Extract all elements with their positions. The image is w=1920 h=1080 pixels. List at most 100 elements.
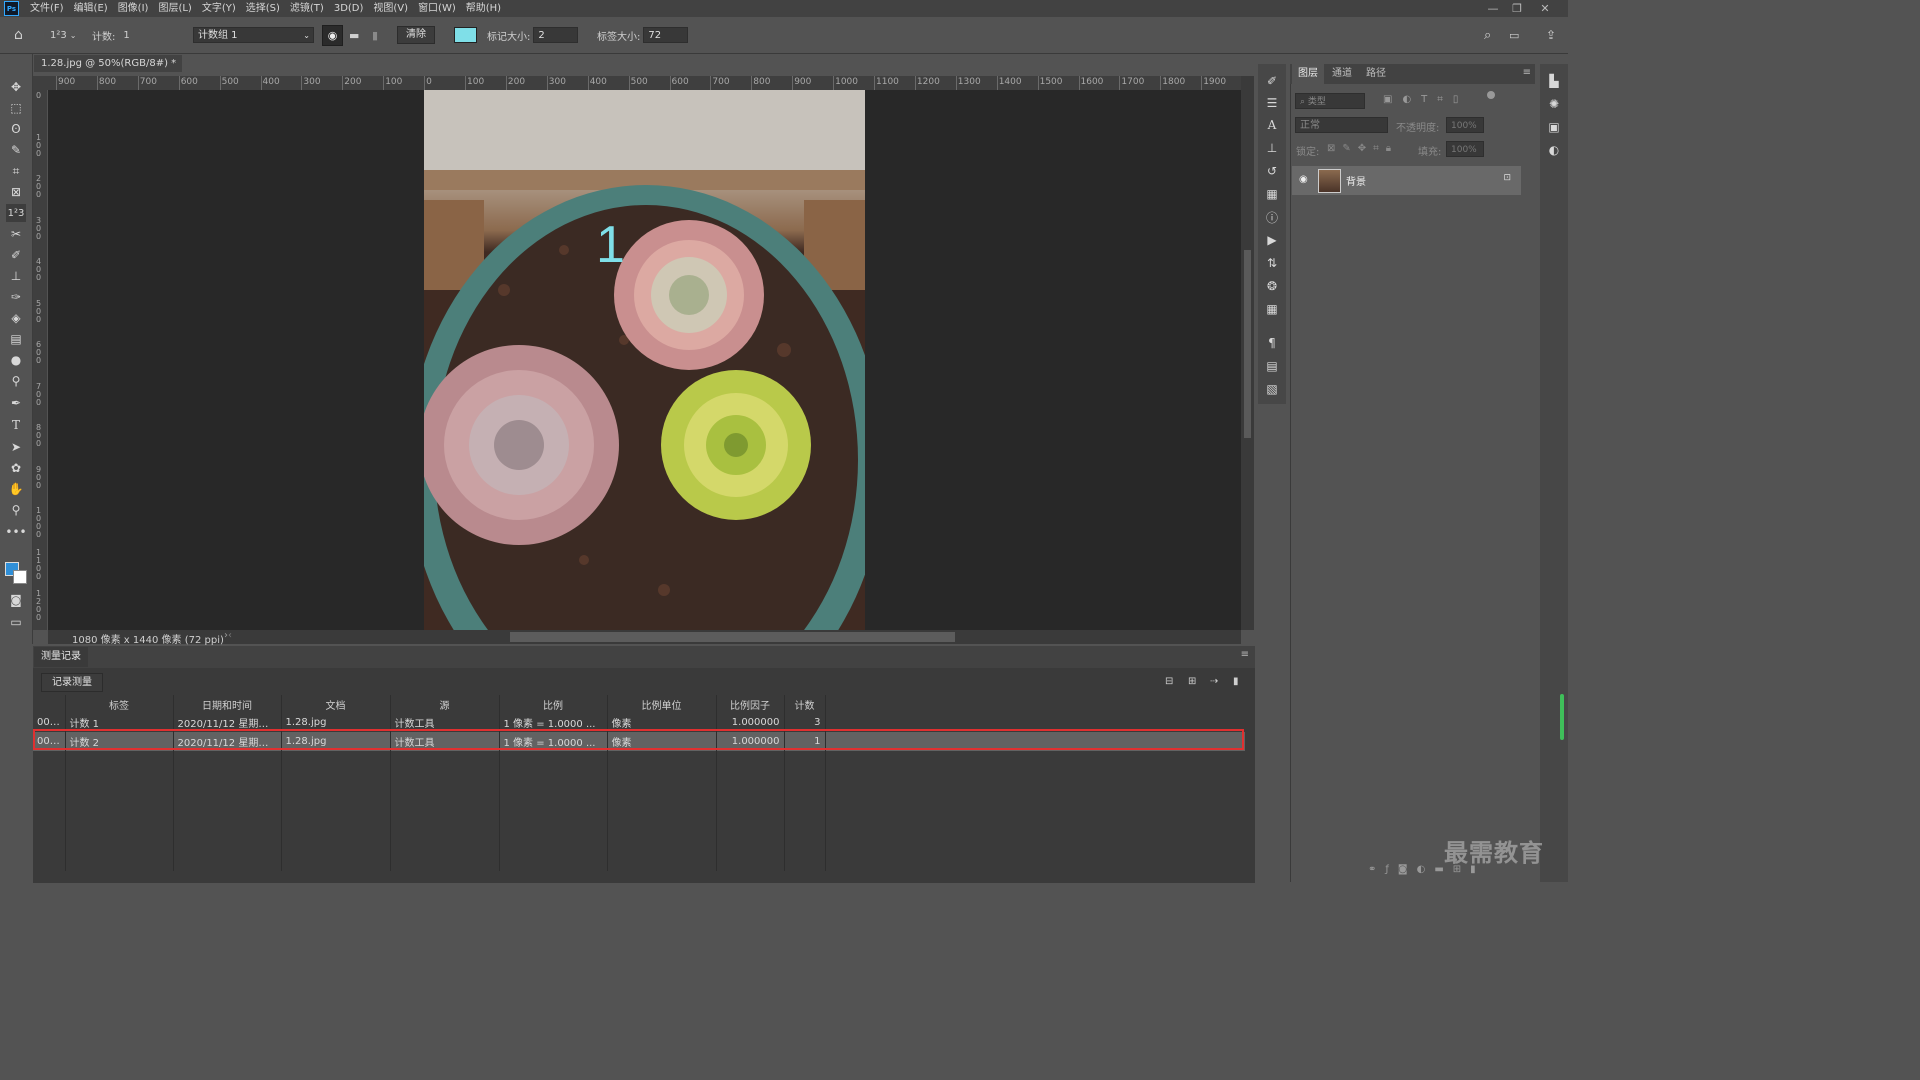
pen-tool-icon[interactable]: ✒ [6, 394, 26, 412]
record-measurement-button[interactable]: 记录测量 [41, 673, 103, 692]
eye-icon[interactable]: ◉ [322, 24, 343, 46]
col-id[interactable] [33, 695, 66, 713]
col-document[interactable]: 文档 [281, 695, 391, 713]
table-row[interactable]: 0001 计数 1 2020/11/12 星期四... 1.28.jpg 计数工… [33, 713, 1245, 732]
menu-edit[interactable]: 编辑(E) [69, 0, 113, 17]
horizontal-scroll-thumb[interactable] [510, 632, 955, 642]
character-icon[interactable]: A [1262, 116, 1282, 134]
succulent-photo[interactable]: 1 [424, 90, 865, 630]
col-scale[interactable]: 比例 [499, 695, 608, 713]
lock-icons[interactable]: ⊠✎✥⌗🔒︎ [1327, 143, 1398, 154]
swatches-icon[interactable]: ▦ [1262, 185, 1282, 203]
type-tool-icon[interactable]: T [6, 416, 26, 434]
col-datetime[interactable]: 日期和时间 [173, 695, 282, 713]
shape-tool-icon[interactable]: ✿ [6, 459, 26, 477]
count-tool-icon[interactable]: 1²3 [6, 204, 26, 222]
share-icon[interactable]: ⇪ [1546, 17, 1556, 53]
menu-file[interactable]: 文件(F) [25, 0, 69, 17]
marker-color-swatch[interactable] [454, 27, 477, 43]
menu-window[interactable]: 窗口(W) [413, 0, 461, 17]
opacity-input[interactable]: 100% [1446, 117, 1484, 133]
panel-menu-icon[interactable]: ≡ [1241, 649, 1249, 660]
select-all-icon[interactable]: ⊟ [1165, 676, 1173, 687]
count-tool-preset[interactable]: 1²3 ⌄ [50, 17, 76, 53]
tab-paths[interactable]: 路径 [1360, 64, 1392, 84]
menu-type[interactable]: 文字(Y) [197, 0, 241, 17]
3d-icon[interactable]: ❂ [1262, 277, 1282, 295]
deselect-all-icon[interactable]: ⊞ [1188, 676, 1196, 687]
paths-icon[interactable]: ⇅ [1262, 254, 1282, 272]
menu-layer[interactable]: 图层(L) [153, 0, 196, 17]
brush-settings-icon[interactable]: ✐ [1262, 72, 1282, 90]
fill-input[interactable]: 100% [1446, 141, 1484, 157]
menu-help[interactable]: 帮助(H) [461, 0, 506, 17]
menu-filter[interactable]: 滤镜(T) [285, 0, 329, 17]
scroll-left-icon[interactable]: ‹ [228, 630, 232, 641]
menu-view[interactable]: 视图(V) [368, 0, 413, 17]
quick-select-tool-icon[interactable]: ✎ [6, 141, 26, 159]
lasso-tool-icon[interactable]: ʘ [6, 120, 26, 138]
color-icon[interactable]: ◐ [1544, 141, 1564, 159]
navigator-icon[interactable]: ✺ [1544, 95, 1564, 113]
notes-icon[interactable]: ▧ [1262, 380, 1282, 398]
col-scale-factor[interactable]: 比例因子 [716, 695, 785, 713]
count-group-select[interactable]: 计数组 1 ⌄ [193, 27, 314, 43]
folder-icon[interactable]: ▬ [349, 17, 359, 53]
blend-mode-select[interactable]: 正常 [1295, 117, 1388, 133]
path-select-tool-icon[interactable]: ➤ [6, 438, 26, 456]
lock-icon[interactable]: ⊡ [1503, 173, 1511, 183]
document-tab[interactable]: 1.28.jpg @ 50%(RGB/8#) * × [34, 55, 182, 86]
layer-filter-icons[interactable]: ▣◐T⌗▯ [1383, 94, 1468, 105]
close-window-button[interactable]: ✕ [1532, 0, 1558, 17]
clear-button[interactable]: 清除 [397, 26, 435, 44]
restore-button[interactable]: ❐ [1504, 0, 1530, 17]
properties-icon[interactable]: ▤ [1262, 357, 1282, 375]
delete-measurement-icon[interactable]: ▮ [1233, 676, 1239, 687]
panel-menu-icon[interactable]: ≡ [1523, 67, 1531, 78]
frame-tool-icon[interactable]: ⊠ [6, 183, 26, 201]
actions-icon[interactable]: ▶ [1262, 231, 1282, 249]
col-scale-unit[interactable]: 比例单位 [607, 695, 717, 713]
menu-select[interactable]: 选择(S) [241, 0, 285, 17]
quick-mask-icon[interactable]: ◙ [6, 591, 26, 609]
col-label[interactable]: 标签 [65, 695, 174, 713]
more-tools-icon[interactable]: ••• [5, 523, 26, 541]
label-size-input[interactable]: 72 [643, 27, 689, 43]
background-color-swatch[interactable] [13, 570, 27, 584]
workspace-icon[interactable]: ▭ [1509, 17, 1519, 53]
export-icon[interactable]: ⇢ [1210, 676, 1218, 687]
libraries-icon[interactable]: ▣ [1544, 118, 1564, 136]
history-brush-tool-icon[interactable]: ✑ [6, 288, 26, 306]
vertical-scroll-thumb[interactable] [1244, 250, 1251, 438]
healing-tool-icon[interactable]: ✂ [6, 225, 26, 243]
screen-mode-icon[interactable]: ▭ [6, 613, 26, 631]
adjustments-icon[interactable]: ☰ [1262, 94, 1282, 112]
trash-icon[interactable]: ▮ [372, 17, 378, 53]
history-icon[interactable]: ↺ [1262, 162, 1282, 180]
home-icon[interactable]: ⌂ [14, 17, 23, 53]
layer-filter-select[interactable]: ⌕ 类型 [1295, 93, 1365, 109]
canvas-area[interactable]: 1 [48, 90, 1241, 630]
info-icon[interactable]: ⓘ [1262, 208, 1282, 226]
clone-stamp-tool-icon[interactable]: ⊥ [6, 267, 26, 285]
blur-tool-icon[interactable]: ● [6, 351, 26, 369]
tab-channels[interactable]: 通道 [1326, 64, 1358, 84]
marker-size-input[interactable]: 2 [533, 27, 579, 43]
col-source[interactable]: 源 [390, 695, 500, 713]
marquee-tool-icon[interactable]: ⬚ [6, 99, 26, 117]
zoom-tool-icon[interactable]: ⚲ [6, 501, 26, 519]
clone-source-icon[interactable]: ⊥ [1262, 139, 1282, 157]
eraser-tool-icon[interactable]: ◈ [6, 309, 26, 327]
tab-layers[interactable]: 图层 [1292, 64, 1324, 84]
eye-icon[interactable]: ◉ [1299, 174, 1308, 185]
paragraph-icon[interactable]: ¶ [1262, 334, 1282, 352]
layer-row-background[interactable]: ◉ 背景 ⊡ [1292, 166, 1521, 195]
brush-tool-icon[interactable]: ✐ [6, 246, 26, 264]
measurement-log-tab[interactable]: 测量记录 [34, 647, 88, 667]
table-row[interactable]: 0002 计数 2 2020/11/12 星期四... 1.28.jpg 计数工… [33, 732, 1245, 751]
gradient-tool-icon[interactable]: ▤ [6, 330, 26, 348]
menu-image[interactable]: 图像(I) [113, 0, 154, 17]
histogram-icon[interactable]: ▙ [1544, 72, 1564, 90]
move-tool-icon[interactable]: ✥ [6, 78, 26, 96]
filter-toggle-icon[interactable] [1487, 91, 1495, 99]
